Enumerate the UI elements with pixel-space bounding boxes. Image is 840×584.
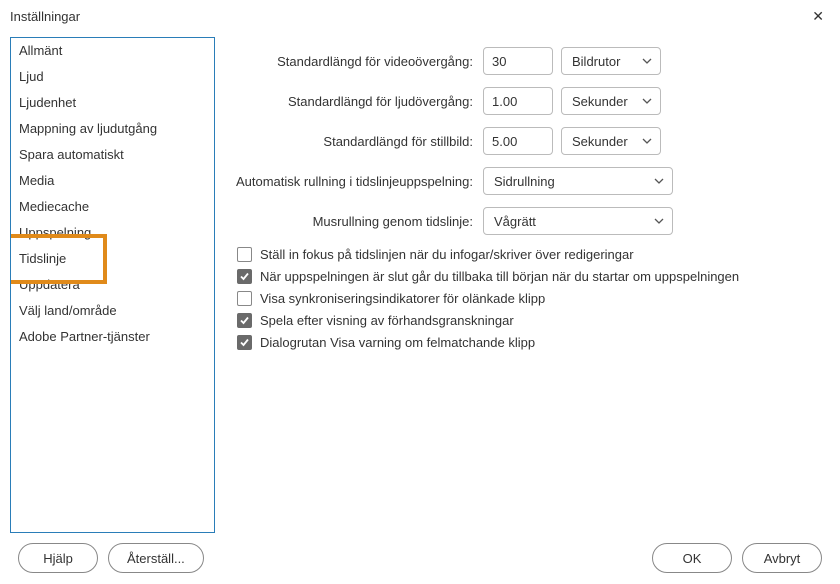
cancel-button[interactable]: Avbryt: [742, 543, 822, 573]
chevron-down-icon: [654, 218, 664, 224]
sidebar-item-0[interactable]: Allmänt: [11, 38, 214, 64]
row-audio-transition: Standardlängd för ljudövergång: Sekunder: [233, 87, 830, 115]
reset-button-label: Återställ...: [127, 551, 185, 566]
label-video-transition: Standardlängd för videoövergång:: [233, 54, 483, 69]
select-mouse-scroll-value: Vågrätt: [494, 214, 536, 229]
reset-button[interactable]: Återställ...: [108, 543, 204, 573]
window-title: Inställningar: [10, 9, 80, 24]
chevron-down-icon: [642, 138, 652, 144]
ok-button-label: OK: [683, 551, 702, 566]
select-still-unit-value: Sekunder: [572, 134, 628, 149]
dialog-body: AllmäntLjudLjudenhetMappning av ljudutgå…: [0, 33, 840, 533]
check-row-4: Dialogrutan Visa varning om felmatchande…: [237, 335, 830, 350]
sidebar-item-9[interactable]: Uppdatera: [11, 272, 214, 298]
label-mouse-scroll: Musrullning genom tidslinje:: [233, 214, 483, 229]
sidebar-item-4[interactable]: Spara automatiskt: [11, 142, 214, 168]
select-audio-unit[interactable]: Sekunder: [561, 87, 661, 115]
cancel-button-label: Avbryt: [764, 551, 801, 566]
checkbox-label-1: När uppspelningen är slut går du tillbak…: [260, 269, 739, 284]
checkbox-0[interactable]: [237, 247, 252, 262]
input-audio-value[interactable]: [483, 87, 553, 115]
chevron-down-icon: [642, 58, 652, 64]
checkbox-label-2: Visa synkroniseringsindikatorer för olän…: [260, 291, 545, 306]
sidebar-item-8[interactable]: Tidslinje: [11, 246, 214, 272]
sidebar-item-6[interactable]: Mediecache: [11, 194, 214, 220]
sidebar-item-2[interactable]: Ljudenhet: [11, 90, 214, 116]
check-row-1: När uppspelningen är slut går du tillbak…: [237, 269, 830, 284]
check-row-2: Visa synkroniseringsindikatorer för olän…: [237, 291, 830, 306]
checkbox-group: Ställ in fokus på tidslinjen när du info…: [237, 247, 830, 350]
sidebar-item-3[interactable]: Mappning av ljudutgång: [11, 116, 214, 142]
sidebar-item-10[interactable]: Välj land/område: [11, 298, 214, 324]
close-icon[interactable]: ✕: [806, 6, 830, 27]
footer: Hjälp Återställ... OK Avbryt: [0, 533, 840, 573]
row-still-duration: Standardlängd för stillbild: Sekunder: [233, 127, 830, 155]
select-mouse-scroll[interactable]: Vågrätt: [483, 207, 673, 235]
checkbox-1[interactable]: [237, 269, 252, 284]
input-video-value[interactable]: [483, 47, 553, 75]
check-row-0: Ställ in fokus på tidslinjen när du info…: [237, 247, 830, 262]
check-row-3: Spela efter visning av förhandsgransknin…: [237, 313, 830, 328]
help-button[interactable]: Hjälp: [18, 543, 98, 573]
main-panel: Standardlängd för videoövergång: Bildrut…: [233, 37, 830, 533]
footer-left: Hjälp Återställ...: [18, 543, 204, 573]
row-video-transition: Standardlängd för videoövergång: Bildrut…: [233, 47, 830, 75]
select-audio-unit-value: Sekunder: [572, 94, 628, 109]
checkbox-2[interactable]: [237, 291, 252, 306]
sidebar: AllmäntLjudLjudenhetMappning av ljudutgå…: [10, 37, 215, 533]
checkbox-label-4: Dialogrutan Visa varning om felmatchande…: [260, 335, 535, 350]
select-auto-scroll-value: Sidrullning: [494, 174, 555, 189]
row-mouse-scroll: Musrullning genom tidslinje: Vågrätt: [233, 207, 830, 235]
sidebar-item-7[interactable]: Uppspelning: [11, 220, 214, 246]
label-audio-transition: Standardlängd för ljudövergång:: [233, 94, 483, 109]
checkbox-3[interactable]: [237, 313, 252, 328]
sidebar-item-5[interactable]: Media: [11, 168, 214, 194]
ok-button[interactable]: OK: [652, 543, 732, 573]
footer-right: OK Avbryt: [652, 543, 822, 573]
checkbox-4[interactable]: [237, 335, 252, 350]
select-auto-scroll[interactable]: Sidrullning: [483, 167, 673, 195]
chevron-down-icon: [642, 98, 652, 104]
select-video-unit-value: Bildrutor: [572, 54, 620, 69]
select-still-unit[interactable]: Sekunder: [561, 127, 661, 155]
input-still-value[interactable]: [483, 127, 553, 155]
help-button-label: Hjälp: [43, 551, 73, 566]
titlebar: Inställningar ✕: [0, 0, 840, 33]
sidebar-item-11[interactable]: Adobe Partner-tjänster: [11, 324, 214, 350]
checkbox-label-0: Ställ in fokus på tidslinjen när du info…: [260, 247, 634, 262]
checkbox-label-3: Spela efter visning av förhandsgransknin…: [260, 313, 514, 328]
chevron-down-icon: [654, 178, 664, 184]
row-auto-scroll: Automatisk rullning i tidslinjeuppspelni…: [233, 167, 830, 195]
label-still-duration: Standardlängd för stillbild:: [233, 134, 483, 149]
select-video-unit[interactable]: Bildrutor: [561, 47, 661, 75]
sidebar-item-1[interactable]: Ljud: [11, 64, 214, 90]
label-auto-scroll: Automatisk rullning i tidslinjeuppspelni…: [233, 174, 483, 189]
